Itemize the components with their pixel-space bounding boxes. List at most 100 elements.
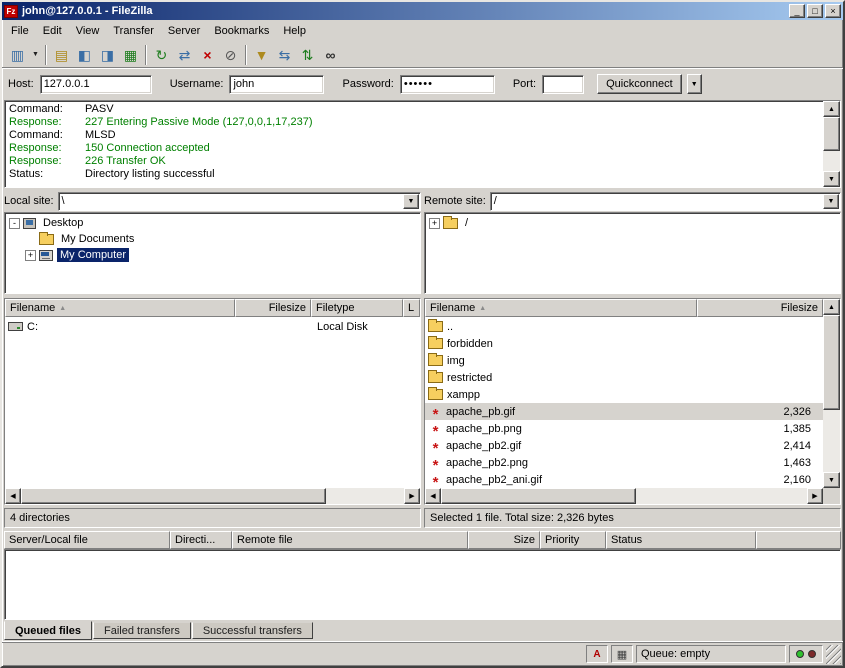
remote-vertical-scrollbar[interactable]: ▲ ▼ xyxy=(823,299,840,488)
column-header-filesize[interactable]: Filesize xyxy=(697,299,823,317)
keypad-indicator[interactable]: ▦ xyxy=(611,645,633,663)
disconnect-button[interactable]: ⊘ xyxy=(219,43,242,66)
synchronized-browsing-button[interactable]: ⇅ xyxy=(296,43,319,66)
column-header-filename[interactable]: Filename▲ xyxy=(425,299,697,317)
remote-file-row[interactable]: *apache_pb2_ani.gif2,160 xyxy=(425,471,823,488)
column-header-filename[interactable]: Filename▲ xyxy=(5,299,235,317)
column-header-filesize[interactable]: Filesize xyxy=(235,299,311,317)
quickconnect-dropdown-button[interactable]: ▼ xyxy=(687,74,702,94)
scrollbar-track[interactable] xyxy=(823,315,840,472)
column-header-status[interactable]: Status xyxy=(606,531,756,549)
remote-site-combobox[interactable]: / ▼ xyxy=(490,192,841,211)
scrollbar-track[interactable] xyxy=(441,488,807,504)
transfer-type-indicator[interactable]: A xyxy=(586,645,608,663)
transfer-queue-toggle-button[interactable]: ▦ xyxy=(119,43,142,66)
menu-view[interactable]: View xyxy=(69,22,107,40)
password-input[interactable] xyxy=(400,75,495,94)
file-name: apache_pb2.gif xyxy=(446,440,713,452)
refresh-button[interactable]: ↻ xyxy=(150,43,173,66)
scroll-up-icon[interactable]: ▲ xyxy=(823,299,840,315)
menu-edit[interactable]: Edit xyxy=(36,22,69,40)
file-name: apache_pb2_ani.gif xyxy=(446,474,713,486)
column-header-remote-file[interactable]: Remote file xyxy=(232,531,468,549)
remote-file-row[interactable]: *apache_pb2.png1,463 xyxy=(425,454,823,471)
menu-file[interactable]: File xyxy=(4,22,36,40)
remote-file-row[interactable]: .. xyxy=(425,318,823,335)
menu-transfer[interactable]: Transfer xyxy=(106,22,161,40)
file-name: xampp xyxy=(447,389,713,401)
directory-comparison-button[interactable]: ⇆ xyxy=(273,43,296,66)
site-manager-button[interactable]: ▥ xyxy=(6,43,29,66)
column-header-lastmodified[interactable]: L xyxy=(403,299,420,317)
remote-horizontal-scrollbar[interactable]: ◀ ▶ xyxy=(425,488,840,504)
tree-item-root[interactable]: + / xyxy=(427,215,840,231)
process-queue-button[interactable]: ⇄ xyxy=(173,43,196,66)
menu-bookmarks[interactable]: Bookmarks xyxy=(207,22,276,40)
remote-file-row[interactable]: restricted xyxy=(425,369,823,386)
scroll-up-icon[interactable]: ▲ xyxy=(823,101,840,117)
menu-server[interactable]: Server xyxy=(161,22,207,40)
remote-treeview-toggle-button[interactable]: ◨ xyxy=(96,43,119,66)
column-header-server-local-file[interactable]: Server/Local file xyxy=(4,531,170,549)
local-site-combobox[interactable]: \ ▼ xyxy=(58,192,421,211)
column-header-priority[interactable]: Priority xyxy=(540,531,606,549)
message-log-toggle-button[interactable]: ▤ xyxy=(50,43,73,66)
chevron-down-icon[interactable]: ▼ xyxy=(403,194,419,209)
cancel-button[interactable]: × xyxy=(196,43,219,66)
tree-item-my-documents[interactable]: My Documents xyxy=(7,231,420,247)
column-header-size[interactable]: Size xyxy=(468,531,540,549)
scroll-left-icon[interactable]: ◀ xyxy=(5,488,21,504)
scroll-right-icon[interactable]: ▶ xyxy=(807,488,823,504)
remote-file-row[interactable]: xampp xyxy=(425,386,823,403)
scrollbar-track[interactable] xyxy=(21,488,404,504)
column-header-filetype[interactable]: Filetype xyxy=(311,299,403,317)
scroll-down-icon[interactable]: ▼ xyxy=(823,171,840,187)
host-input[interactable] xyxy=(40,75,152,94)
transfer-queue-list[interactable] xyxy=(4,549,841,620)
remote-file-row[interactable]: img xyxy=(425,352,823,369)
image-file-icon: * xyxy=(428,478,443,488)
remote-file-row[interactable]: forbidden xyxy=(425,335,823,352)
tab-failed-transfers[interactable]: Failed transfers xyxy=(93,622,191,639)
menu-help[interactable]: Help xyxy=(276,22,313,40)
collapse-icon[interactable]: - xyxy=(9,218,20,229)
tab-queued-files[interactable]: Queued files xyxy=(4,621,92,640)
maximize-button[interactable]: □ xyxy=(807,4,823,18)
scroll-down-icon[interactable]: ▼ xyxy=(823,472,840,488)
close-button[interactable]: × xyxy=(825,4,841,18)
tree-item-my-computer[interactable]: + My Computer xyxy=(7,247,420,263)
tab-successful-transfers[interactable]: Successful transfers xyxy=(192,622,313,639)
column-header-direction[interactable]: Directi... xyxy=(170,531,232,549)
scrollbar-thumb[interactable] xyxy=(441,488,636,504)
expand-icon[interactable]: + xyxy=(429,218,440,229)
log-scrollbar[interactable]: ▲ ▼ xyxy=(823,101,840,187)
scrollbar-thumb[interactable] xyxy=(21,488,326,504)
local-file-row[interactable]: C: Local Disk xyxy=(5,318,420,335)
file-name: apache_pb.png xyxy=(446,423,713,435)
local-treeview-toggle-button[interactable]: ◧ xyxy=(73,43,96,66)
username-input[interactable] xyxy=(229,75,324,94)
quickconnect-button[interactable]: Quickconnect xyxy=(597,74,682,94)
expand-icon[interactable]: + xyxy=(25,250,36,261)
port-input[interactable] xyxy=(542,75,584,94)
filter-button[interactable]: ▼ xyxy=(250,43,273,66)
site-manager-dropdown-button[interactable]: ▼ xyxy=(29,43,42,66)
chevron-down-icon[interactable]: ▼ xyxy=(823,194,839,209)
scroll-right-icon[interactable]: ▶ xyxy=(404,488,420,504)
scroll-left-icon[interactable]: ◀ xyxy=(425,488,441,504)
scrollbar-corner xyxy=(823,488,840,504)
file-size: 2,326 xyxy=(713,406,823,418)
log-text: 150 Connection accepted xyxy=(85,142,210,155)
scrollbar-track[interactable] xyxy=(823,117,840,171)
scrollbar-thumb[interactable] xyxy=(823,315,840,410)
find-files-button[interactable]: ∞ xyxy=(319,43,342,66)
scrollbar-thumb[interactable] xyxy=(823,117,840,151)
local-horizontal-scrollbar[interactable]: ◀ ▶ xyxy=(5,488,420,504)
remote-file-row[interactable]: *apache_pb.png1,385 xyxy=(425,420,823,437)
remote-file-row-selected[interactable]: *apache_pb.gif2,326 xyxy=(425,403,823,420)
tree-item-desktop[interactable]: - Desktop xyxy=(7,215,420,231)
toolbar: ▥ ▼ ▤ ◧ ◨ ▦ ↻ ⇄ × ⊘ ▼ ⇆ ⇅ ∞ xyxy=(2,41,843,69)
remote-file-row[interactable]: *apache_pb2.gif2,414 xyxy=(425,437,823,454)
resize-grip[interactable] xyxy=(826,645,841,664)
minimize-button[interactable]: _ xyxy=(789,4,805,18)
